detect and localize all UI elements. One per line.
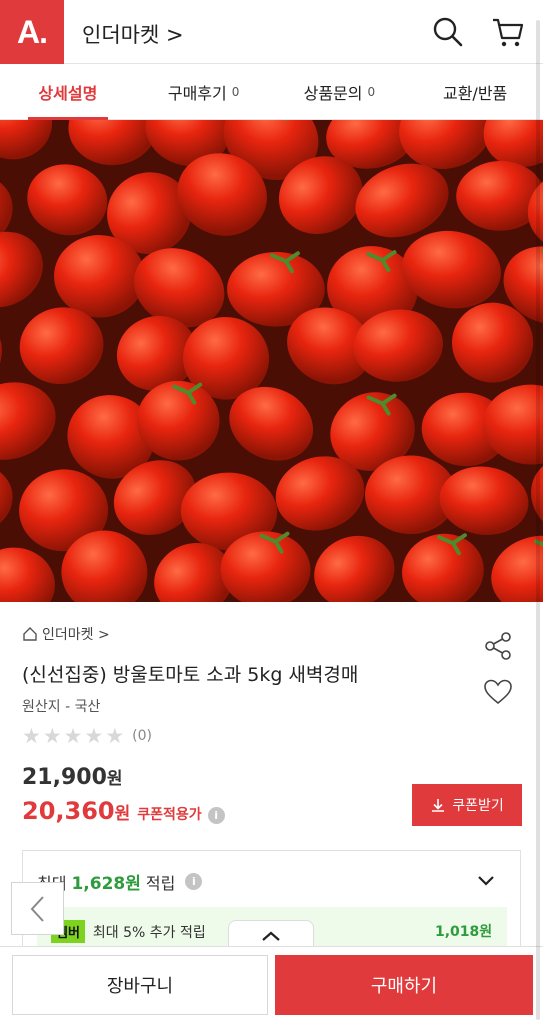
original-price: 21,900원 — [22, 765, 123, 790]
review-count: (0) — [132, 728, 152, 744]
cherry-tomatoes-photo — [0, 120, 543, 602]
star-icon: ★ — [105, 724, 125, 748]
coupon-price: 20,360 원 쿠폰적용가 i — [22, 797, 225, 825]
coupon-price-label: 쿠폰적용가 — [137, 807, 202, 823]
back-button[interactable] — [11, 882, 64, 935]
star-icon: ★ — [42, 724, 62, 748]
cart-icon[interactable] — [490, 14, 526, 50]
rating-stars[interactable]: ★ ★ ★ ★ ★ (0) — [22, 724, 152, 748]
tab-returns[interactable]: 교환/반품 — [407, 64, 543, 119]
download-icon — [432, 799, 445, 812]
app-header: A. 인더마켓 > — [0, 0, 543, 64]
breadcrumb-store: 인더마켓 > — [42, 627, 110, 643]
product-origin: 원산지 - 국산 — [22, 699, 101, 715]
chevron-down-icon[interactable] — [475, 869, 497, 891]
scrollbar[interactable] — [536, 20, 540, 1020]
share-icon[interactable] — [482, 630, 514, 662]
product-name: (신선집중) 방울토마토 소과 5kg 새벽경매 — [22, 664, 359, 686]
store-name-link[interactable]: 인더마켓 > — [82, 19, 184, 49]
tab-questions[interactable]: 상품문의 0 — [272, 64, 408, 119]
brand-logo[interactable]: A. — [0, 0, 64, 64]
tab-reviews[interactable]: 구매후기 0 — [136, 64, 272, 119]
member-bonus-amount: 1,018원 — [435, 924, 493, 940]
tab-description[interactable]: 상세설명 — [0, 64, 136, 120]
star-icon: ★ — [63, 724, 83, 748]
buy-now-button[interactable]: 구매하기 — [275, 955, 533, 1015]
chevron-up-icon — [262, 931, 280, 941]
add-to-cart-button[interactable]: 장바구니 — [12, 955, 268, 1015]
star-icon: ★ — [84, 724, 104, 748]
product-image — [0, 120, 543, 602]
member-bonus-text: 최대 5% 추가 적립 — [92, 924, 206, 941]
breadcrumb[interactable]: 인더마켓 > — [22, 624, 110, 644]
search-icon[interactable] — [430, 14, 466, 50]
info-icon[interactable]: i — [185, 873, 203, 890]
product-tabs: 상세설명 구매후기 0 상품문의 0 교환/반품 — [0, 64, 543, 120]
chevron-left-icon — [30, 895, 44, 922]
bottom-action-bar: 장바구니 구매하기 — [0, 946, 543, 1024]
home-icon — [23, 627, 37, 641]
get-coupon-button[interactable]: 쿠폰받기 — [412, 784, 522, 826]
heart-icon[interactable] — [482, 676, 514, 708]
info-icon[interactable]: i — [207, 807, 225, 824]
star-icon: ★ — [22, 724, 41, 748]
